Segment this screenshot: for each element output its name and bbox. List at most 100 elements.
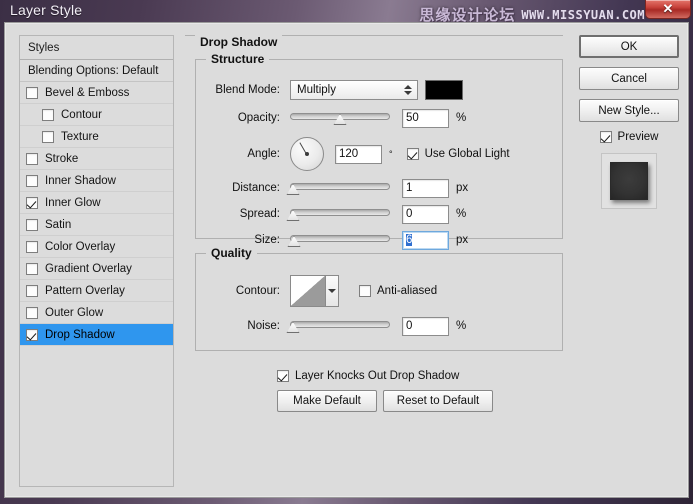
sidebar-item-satin[interactable]: Satin bbox=[20, 214, 173, 236]
opacity-unit: % bbox=[456, 112, 467, 124]
sidebar-item-label: Pattern Overlay bbox=[45, 284, 125, 297]
angle-row: Angle: 120 ° Use Global Light bbox=[204, 136, 564, 172]
right-button-panel: OK Cancel New Style... Preview bbox=[579, 35, 679, 209]
quality-group-title: Quality bbox=[206, 246, 257, 260]
angle-label: Angle: bbox=[247, 148, 280, 160]
preview-checkbox-box[interactable] bbox=[599, 131, 612, 143]
blend-mode-row: Blend Mode: Multiply bbox=[204, 80, 554, 100]
spread-slider-track bbox=[290, 209, 390, 216]
style-checkbox[interactable] bbox=[26, 328, 38, 341]
opacity-label: Opacity: bbox=[237, 112, 280, 124]
style-checkbox[interactable] bbox=[42, 108, 54, 121]
chevron-down-icon bbox=[328, 289, 336, 293]
preview-checkbox[interactable]: Preview bbox=[579, 131, 679, 143]
sidebar-item-inner-glow[interactable]: Inner Glow bbox=[20, 192, 173, 214]
style-checkbox[interactable] bbox=[26, 284, 38, 297]
use-global-light-checkbox[interactable]: Use Global Light bbox=[406, 148, 510, 160]
angle-dial[interactable] bbox=[290, 137, 324, 171]
noise-value: 0 bbox=[406, 320, 413, 332]
sidebar-item-gradient-overlay[interactable]: Gradient Overlay bbox=[20, 258, 173, 280]
dialog-body: Styles Blending Options: Default Bevel & … bbox=[5, 23, 688, 497]
size-slider-track bbox=[290, 235, 390, 242]
opacity-input[interactable]: 50 bbox=[402, 108, 449, 128]
sidebar-item-label: Bevel & Emboss bbox=[45, 86, 130, 99]
sidebar-item-contour[interactable]: Contour bbox=[20, 104, 173, 126]
sidebar-item-label: Inner Glow bbox=[45, 196, 101, 209]
sidebar-item-color-overlay[interactable]: Color Overlay bbox=[20, 236, 173, 258]
structure-group: Structure Blend Mode: Multiply Opacity: … bbox=[195, 52, 564, 250]
sidebar-item-bevel-emboss[interactable]: Bevel & Emboss bbox=[20, 82, 173, 104]
contour-label: Contour: bbox=[235, 285, 280, 297]
sidebar-item-inner-shadow[interactable]: Inner Shadow bbox=[20, 170, 173, 192]
reset-to-default-button[interactable]: Reset to Default bbox=[383, 390, 493, 412]
close-icon: ✕ bbox=[662, 1, 674, 16]
ok-button[interactable]: OK bbox=[579, 35, 679, 58]
contour-swatch[interactable] bbox=[290, 275, 326, 307]
close-button[interactable]: ✕ bbox=[645, 0, 691, 19]
style-checkbox[interactable] bbox=[26, 306, 38, 319]
angle-dial-hub bbox=[305, 152, 309, 156]
cancel-button[interactable]: Cancel bbox=[579, 67, 679, 90]
distance-label: Distance: bbox=[232, 182, 280, 194]
size-input[interactable]: 6 bbox=[402, 230, 449, 250]
size-label: Size: bbox=[254, 234, 280, 246]
style-checkbox[interactable] bbox=[26, 196, 38, 209]
size-value: 6 bbox=[406, 234, 413, 246]
make-default-button[interactable]: Make Default bbox=[277, 390, 377, 412]
style-checkbox[interactable] bbox=[26, 240, 38, 253]
styles-list: Blending Options: Default Bevel & Emboss C… bbox=[20, 60, 173, 346]
contour-picker[interactable] bbox=[290, 275, 339, 307]
noise-slider[interactable] bbox=[286, 317, 390, 335]
use-global-light-checkbox-box[interactable] bbox=[406, 148, 419, 160]
style-checkbox[interactable] bbox=[26, 218, 38, 231]
sidebar-item-label: Color Overlay bbox=[45, 240, 116, 253]
anti-aliased-label: Anti-aliased bbox=[377, 285, 438, 297]
sidebar-item-texture[interactable]: Texture bbox=[20, 126, 173, 148]
contour-dropdown-arrow[interactable] bbox=[326, 275, 339, 307]
shadow-color-swatch[interactable] bbox=[425, 80, 463, 100]
spread-slider[interactable] bbox=[286, 205, 390, 223]
blend-mode-select[interactable]: Multiply bbox=[290, 80, 418, 100]
distance-input[interactable]: 1 bbox=[402, 178, 449, 198]
blend-mode-label: Blend Mode: bbox=[215, 84, 280, 96]
style-checkbox[interactable] bbox=[26, 152, 38, 165]
layer-knocks-out-checkbox-box[interactable] bbox=[277, 370, 289, 382]
style-checkbox[interactable] bbox=[42, 130, 54, 143]
distance-slider[interactable] bbox=[286, 179, 390, 197]
new-style-button[interactable]: New Style... bbox=[579, 99, 679, 122]
blend-mode-value: Multiply bbox=[297, 84, 336, 96]
anti-aliased-checkbox[interactable]: Anti-aliased bbox=[359, 285, 437, 297]
opacity-slider[interactable] bbox=[290, 109, 390, 127]
angle-input[interactable]: 120 bbox=[335, 144, 382, 164]
style-checkbox[interactable] bbox=[26, 174, 38, 187]
sidebar-item-outer-glow[interactable]: Outer Glow bbox=[20, 302, 173, 324]
use-global-light-label: Use Global Light bbox=[424, 148, 510, 160]
preview-label: Preview bbox=[617, 131, 659, 143]
spread-input[interactable]: 0 bbox=[402, 204, 449, 224]
sidebar-item-stroke[interactable]: Stroke bbox=[20, 148, 173, 170]
sidebar-item-label: Stroke bbox=[45, 152, 79, 165]
noise-input[interactable]: 0 bbox=[402, 316, 449, 336]
preview-thumbnail-swatch bbox=[610, 162, 648, 200]
noise-row: Noise: 0 % bbox=[204, 316, 554, 336]
anti-aliased-checkbox-box[interactable] bbox=[359, 285, 371, 297]
spread-label: Spread: bbox=[239, 208, 280, 220]
contour-row: Contour: Anti-aliased bbox=[204, 274, 554, 308]
style-checkbox[interactable] bbox=[26, 262, 38, 275]
size-slider[interactable] bbox=[287, 231, 390, 249]
style-checkbox[interactable] bbox=[26, 86, 38, 99]
sidebar-item-label: Texture bbox=[61, 130, 99, 143]
layer-style-dialog: Styles Blending Options: Default Bevel & … bbox=[4, 22, 689, 498]
distance-value: 1 bbox=[406, 182, 413, 194]
spread-value: 0 bbox=[406, 208, 413, 220]
sidebar-item-drop-shadow[interactable]: Drop Shadow bbox=[20, 324, 173, 346]
sidebar-item-pattern-overlay[interactable]: Pattern Overlay bbox=[20, 280, 173, 302]
noise-unit: % bbox=[456, 320, 467, 332]
sidebar-item-label: Contour bbox=[61, 108, 102, 121]
sidebar-item-blending-options-default[interactable]: Blending Options: Default bbox=[20, 60, 173, 82]
layer-knocks-out-checkbox[interactable]: Layer Knocks Out Drop Shadow bbox=[277, 370, 459, 382]
styles-panel-header: Styles bbox=[20, 36, 173, 60]
sidebar-item-label: Blending Options: Default bbox=[28, 64, 159, 77]
opacity-value: 50 bbox=[406, 112, 419, 124]
quality-group: Quality Contour: Anti-aliased Noise: 0 % bbox=[195, 246, 563, 351]
